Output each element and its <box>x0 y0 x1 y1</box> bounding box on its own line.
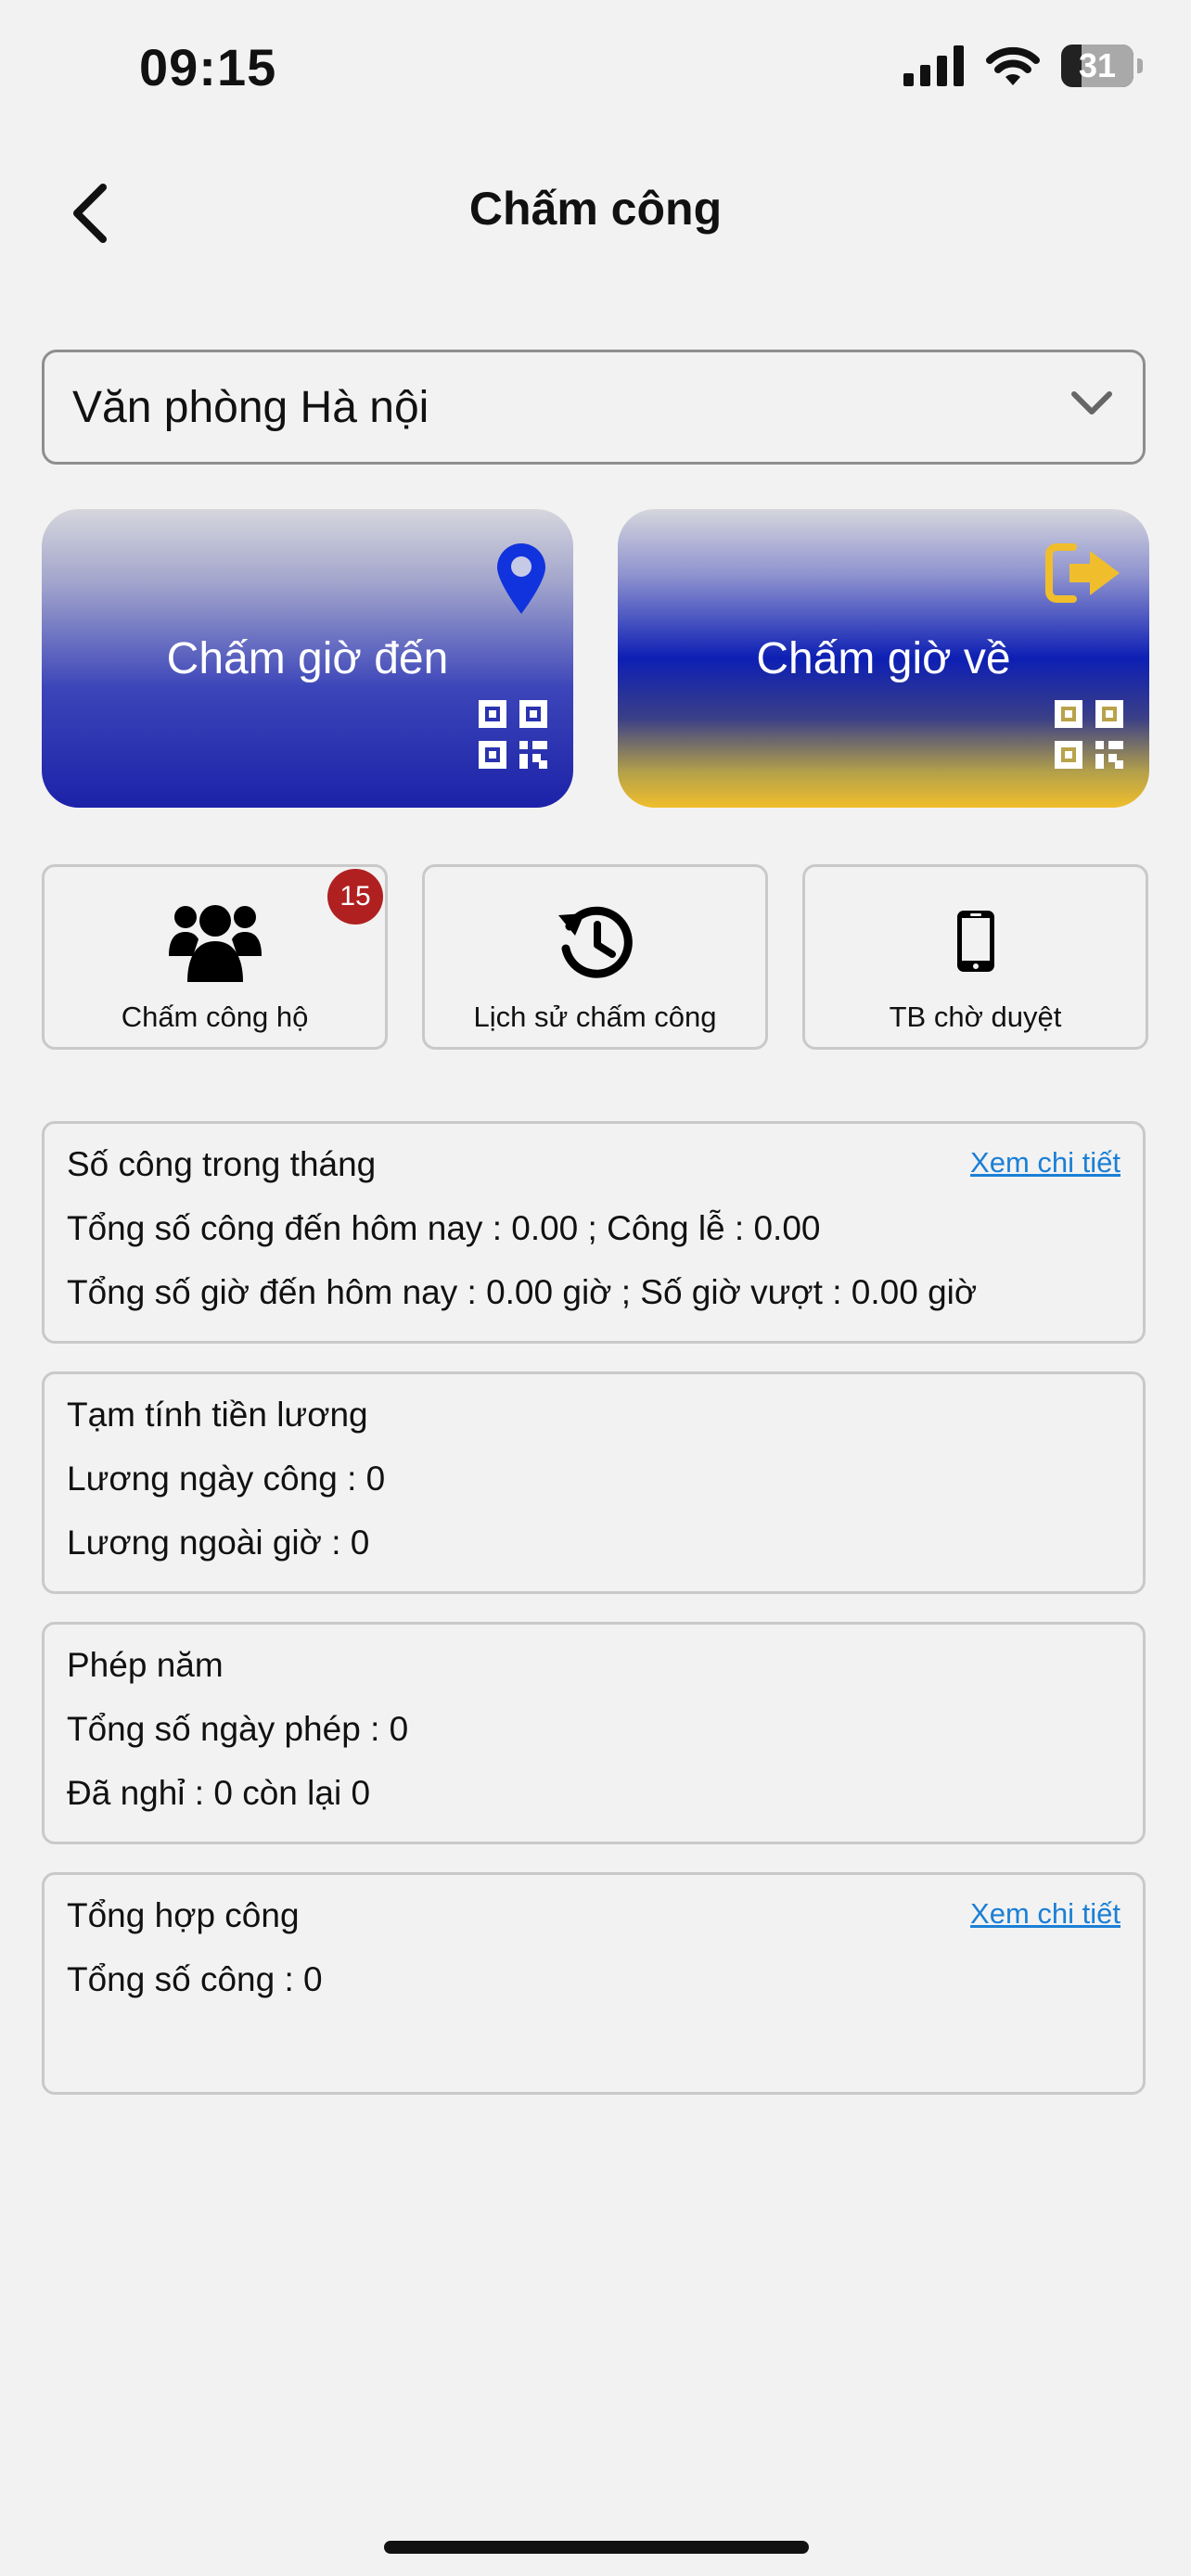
checkout-label: Chấm giờ về <box>756 633 1011 683</box>
battery-icon: 31 <box>1061 45 1133 87</box>
card-title: Tổng hợp công <box>67 1896 300 1934</box>
checkin-history-button[interactable]: Lịch sử chấm công <box>422 864 768 1050</box>
home-indicator[interactable] <box>384 2541 809 2554</box>
signal-icon <box>903 45 964 86</box>
card-line: Tổng số ngày phép : 0 <box>67 1710 409 1748</box>
status-bar: 09:15 31 <box>0 0 1191 139</box>
history-icon <box>557 906 633 978</box>
office-select[interactable]: Văn phòng Hà nội <box>42 350 1146 465</box>
location-pin-icon <box>497 543 545 614</box>
proxy-checkin-button[interactable]: Chấm công hộ 15 <box>42 864 388 1050</box>
view-detail-link[interactable]: Xem chi tiết <box>970 1146 1121 1180</box>
status-time: 09:15 <box>139 38 277 96</box>
checkin-button[interactable]: Chấm giờ đến <box>42 509 573 808</box>
qr-code-icon <box>479 700 547 769</box>
card-line: Đã nghỉ : 0 còn lại 0 <box>67 1774 371 1812</box>
phone-icon <box>956 911 994 972</box>
office-select-value: Văn phòng Hà nội <box>72 382 429 432</box>
notification-badge: 15 <box>327 869 383 925</box>
battery-tip <box>1137 58 1143 73</box>
chevron-down-icon <box>1071 391 1112 414</box>
card-title: Số công trong tháng <box>67 1145 377 1183</box>
pending-approval-button[interactable]: TB chờ duyệt <box>802 864 1148 1050</box>
view-detail-link[interactable]: Xem chi tiết <box>970 1897 1121 1931</box>
users-icon <box>168 905 262 982</box>
pending-approval-label: TB chờ duyệt <box>889 1001 1062 1033</box>
checkout-button[interactable]: Chấm giờ về <box>618 509 1149 808</box>
card-line: Lương ngày công : 0 <box>67 1460 386 1498</box>
card-title: Tạm tính tiền lương <box>67 1396 368 1434</box>
monthly-workdays-card: Số công trong tháng Xem chi tiết Tổng số… <box>42 1121 1146 1344</box>
proxy-checkin-label: Chấm công hộ <box>121 1001 309 1033</box>
battery-level: 31 <box>1078 46 1117 84</box>
workday-summary-card: Tổng hợp công Xem chi tiết Tổng số công … <box>42 1872 1146 2095</box>
salary-estimate-card: Tạm tính tiền lương Lương ngày công : 0 … <box>42 1371 1146 1594</box>
page-title: Chấm công <box>468 183 723 235</box>
checkin-label: Chấm giờ đến <box>166 633 449 683</box>
wifi-icon <box>986 46 1040 85</box>
qr-code-icon <box>1055 700 1123 769</box>
card-line: Tổng số công : 0 <box>67 1960 323 1998</box>
card-line: Tổng số công đến hôm nay : 0.00 ; Công l… <box>67 1209 821 1247</box>
card-title: Phép năm <box>67 1646 224 1684</box>
sign-out-icon <box>1045 543 1120 603</box>
checkin-history-label: Lịch sử chấm công <box>473 1001 717 1033</box>
card-line: Lương ngoài giờ : 0 <box>67 1524 370 1562</box>
annual-leave-card: Phép năm Tổng số ngày phép : 0 Đã nghỉ :… <box>42 1622 1146 1844</box>
card-line: Tổng số giờ đến hôm nay : 0.00 giờ ; Số … <box>67 1273 978 1311</box>
status-icons: 31 <box>903 45 1143 87</box>
